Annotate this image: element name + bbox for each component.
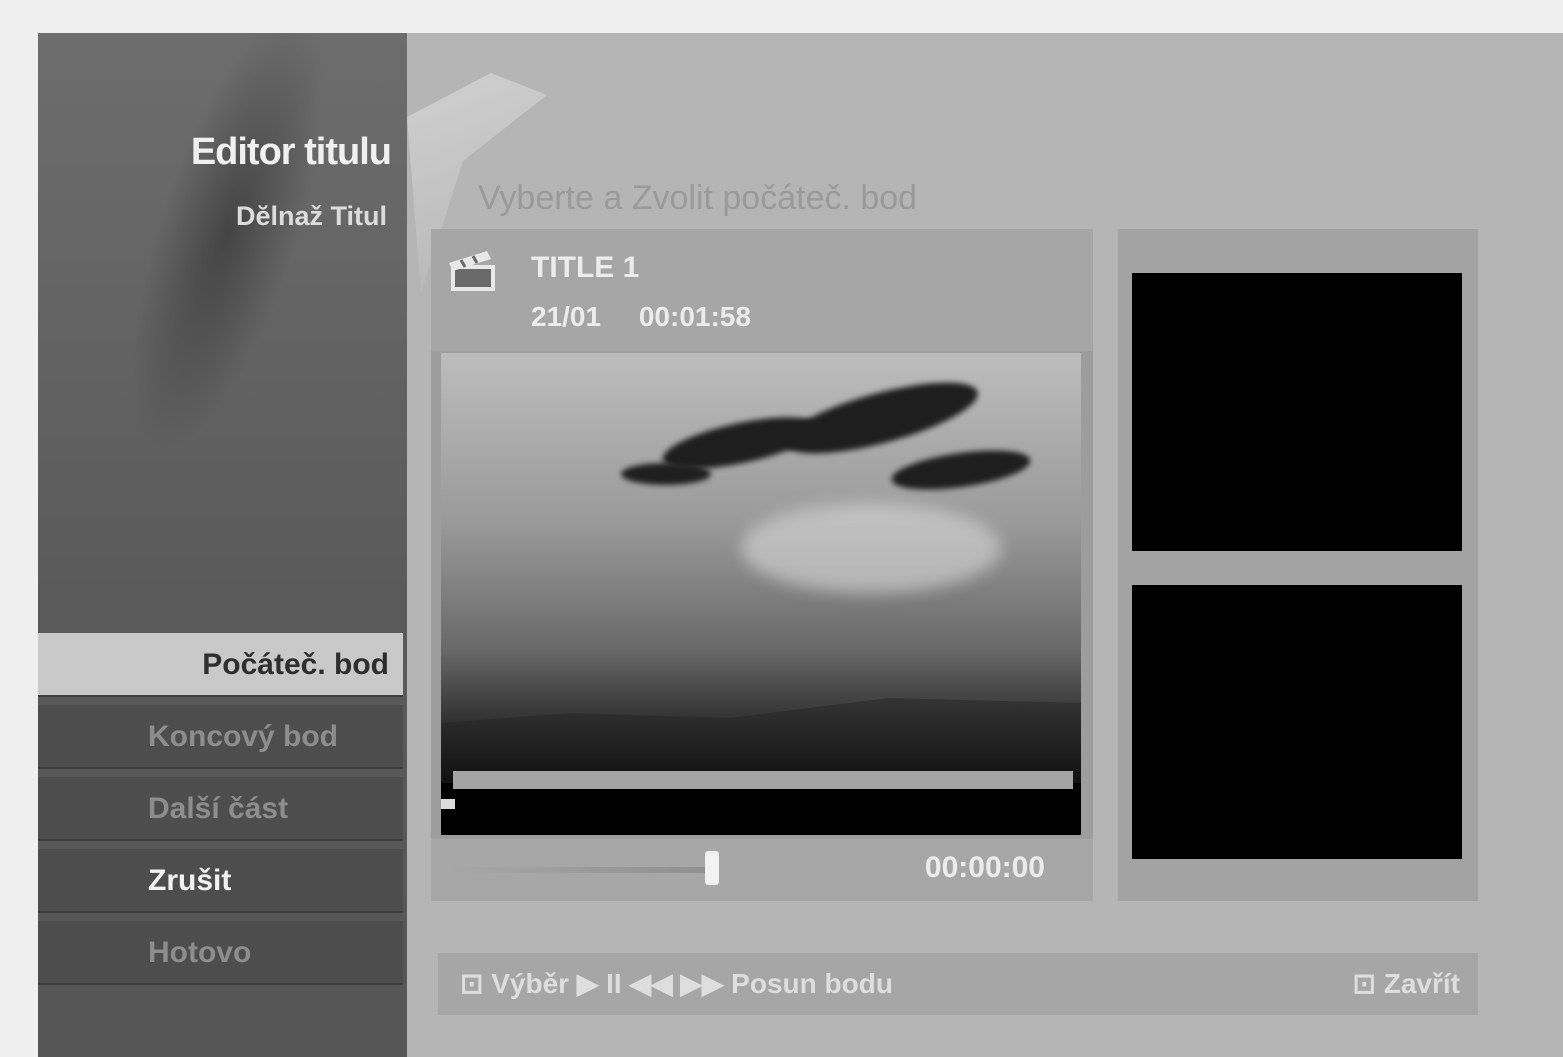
hint-controls: ⊡ Výběr ▶ II ◀◀ ▶▶ Posun bodu xyxy=(460,968,893,999)
title-editor-screen: Editor titulu Dĕlnaž Titul Počáteč. bod … xyxy=(38,33,1563,1057)
title-duration: 00:01:58 xyxy=(638,301,751,332)
clapperboard-icon xyxy=(449,251,495,291)
page-heading: Vyberte a Zvolit počáteč. bod xyxy=(478,179,918,217)
thumbnail-preview-panel xyxy=(1118,229,1478,901)
edit-menu: Počáteč. bod Koncový bod Další část Zruš… xyxy=(38,633,403,993)
menu-item-cancel[interactable]: Zrušit xyxy=(38,849,403,913)
end-point-thumbnail xyxy=(1132,585,1462,859)
menu-item-next-chapter[interactable]: Další část xyxy=(38,777,403,841)
progress-marker xyxy=(441,799,455,809)
title-info: 21/01 00:01:58 xyxy=(531,301,751,333)
sidebar-subtitle: Dĕlnaž Titul xyxy=(235,201,387,231)
current-time: 00:00:00 xyxy=(924,851,1045,884)
landscape xyxy=(441,698,1081,783)
hint-close: ⊡ Zavřít xyxy=(1352,968,1461,999)
video-player-panel: TITLE 1 21/01 00:01:58 00:00:00 xyxy=(431,229,1093,901)
video-progress-bar xyxy=(453,771,1073,789)
player-header: TITLE 1 21/01 00:01:58 xyxy=(431,229,1093,351)
start-point-thumbnail xyxy=(1132,273,1462,551)
button-hint-bar: ⊡ Výběr ▶ II ◀◀ ▶▶ Posun bodu ⊡ Zavřít xyxy=(438,953,1478,1015)
sidebar: Editor titulu Dĕlnaž Titul Počáteč. bod … xyxy=(38,33,407,1057)
sidebar-title: Editor titulu xyxy=(190,131,392,173)
menu-item-start-point[interactable]: Počáteč. bod xyxy=(38,633,403,697)
sidebar-decoration xyxy=(90,33,366,474)
menu-item-end-point[interactable]: Koncový bod xyxy=(38,705,403,769)
title-name: TITLE 1 xyxy=(531,251,640,284)
position-slider-knob[interactable] xyxy=(705,851,719,885)
menu-item-done[interactable]: Hotovo xyxy=(38,921,403,985)
position-slider-track xyxy=(449,867,719,873)
video-frame xyxy=(441,353,1081,783)
title-date: 21/01 xyxy=(531,301,602,332)
video-preview xyxy=(441,353,1081,835)
player-footer: 00:00:00 xyxy=(431,839,1093,901)
